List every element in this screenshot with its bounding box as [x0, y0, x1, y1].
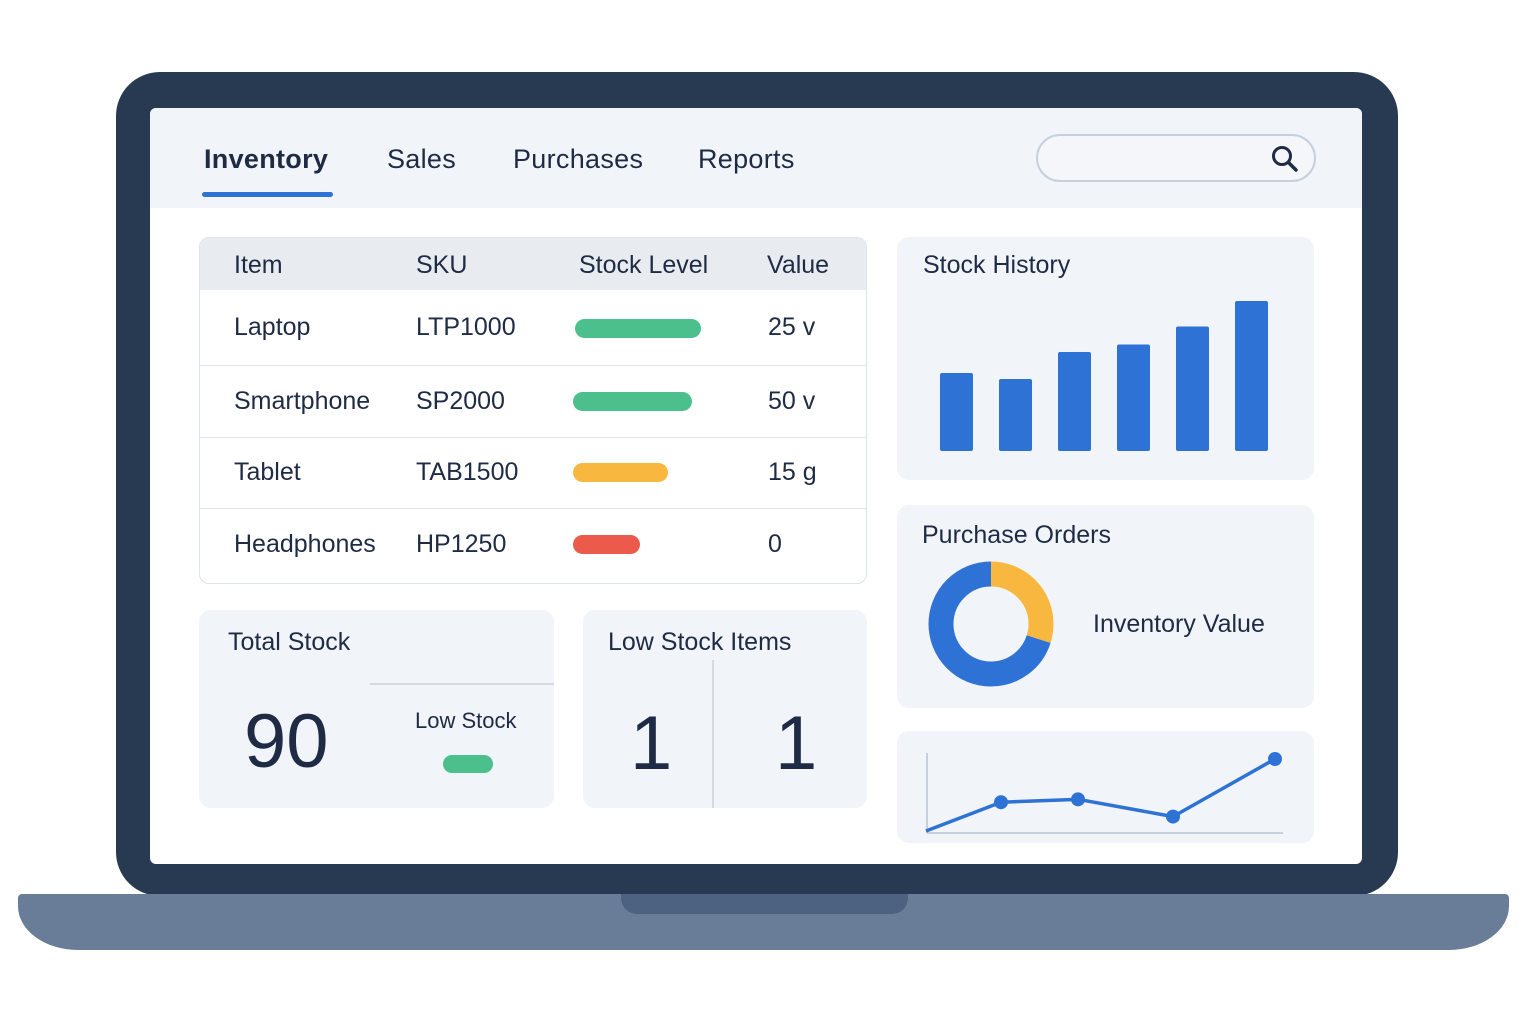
- stock-history-bar: [999, 379, 1032, 451]
- trend-point: [994, 795, 1008, 810]
- table-row[interactable]: Headphones HP1250 0: [200, 508, 866, 580]
- card-divider: [712, 660, 714, 808]
- laptop-notch: [621, 894, 908, 914]
- tab-reports[interactable]: Reports: [698, 144, 795, 175]
- stock-history-chart: [940, 301, 1268, 451]
- column-header-stock-level[interactable]: Stock Level: [579, 251, 708, 280]
- trend-line-chart: [925, 752, 1283, 834]
- stock-level-bar: [575, 319, 701, 338]
- stock-history-bar: [1235, 301, 1268, 451]
- app-screen: Inventory Sales Purchases Reports Item S…: [150, 108, 1362, 864]
- trend-card: [897, 731, 1314, 843]
- cell-value: 0: [768, 530, 782, 558]
- tab-purchases[interactable]: Purchases: [513, 144, 643, 175]
- column-header-value[interactable]: Value: [767, 251, 829, 280]
- search-input[interactable]: [1056, 144, 1256, 172]
- low-stock-count-left: 1: [630, 701, 673, 786]
- cell-item: Tablet: [234, 458, 301, 486]
- active-tab-indicator: [202, 192, 333, 197]
- low-stock-label: Low Stock: [415, 708, 517, 733]
- cell-sku: HP1250: [416, 530, 507, 558]
- cell-item: Headphones: [234, 530, 376, 558]
- top-nav-bar: Inventory Sales Purchases Reports: [150, 108, 1362, 208]
- cell-sku: LTP1000: [416, 313, 516, 341]
- inventory-table: Item SKU Stock Level Value Laptop LTP100…: [199, 237, 867, 584]
- low-stock-count-right: 1: [775, 701, 818, 786]
- cell-item: Smartphone: [234, 387, 371, 415]
- low-stock-items-card: Low Stock Items 1 1: [583, 610, 867, 808]
- inventory-value-label: Inventory Value: [1093, 610, 1265, 638]
- purchase-orders-card: Purchase Orders Inventory Value: [897, 505, 1314, 708]
- low-stock-indicator: [443, 755, 493, 773]
- low-stock-items-title: Low Stock Items: [608, 628, 792, 656]
- table-row[interactable]: Laptop LTP1000 25 v: [200, 289, 866, 361]
- total-stock-card: Total Stock 90 Low Stock: [199, 610, 554, 808]
- trend-line: [925, 757, 1276, 833]
- trend-point: [1268, 752, 1282, 766]
- purchase-orders-donut-chart: [928, 561, 1054, 687]
- stock-history-bar: [940, 373, 973, 451]
- cell-item: Laptop: [234, 313, 311, 341]
- cell-value: 15 g: [768, 458, 817, 486]
- stock-history-bar: [1058, 352, 1091, 451]
- trend-point: [1166, 809, 1180, 824]
- trend-point: [1071, 792, 1085, 807]
- cell-value: 25 v: [768, 313, 816, 341]
- stock-history-bar: [1117, 344, 1150, 451]
- column-header-sku[interactable]: SKU: [416, 251, 467, 280]
- cell-sku: SP2000: [416, 387, 505, 415]
- stock-history-card: Stock History: [897, 237, 1314, 480]
- search-box: [1036, 134, 1316, 182]
- cell-value: 50 v: [768, 387, 816, 415]
- total-stock-title: Total Stock: [228, 628, 351, 656]
- table-header: Item SKU Stock Level Value: [200, 238, 866, 290]
- stock-level-bar: [573, 463, 668, 482]
- table-row[interactable]: Smartphone SP2000 50 v: [200, 365, 866, 437]
- cell-sku: TAB1500: [416, 458, 519, 486]
- purchase-orders-title: Purchase Orders: [922, 521, 1111, 549]
- stock-level-bar: [573, 535, 640, 554]
- total-stock-value: 90: [244, 699, 329, 784]
- card-divider: [370, 683, 554, 685]
- stock-level-bar: [573, 392, 692, 411]
- tab-sales[interactable]: Sales: [387, 144, 456, 175]
- column-header-item[interactable]: Item: [234, 251, 283, 280]
- search-icon[interactable]: [1270, 144, 1300, 174]
- stock-history-bar: [1176, 326, 1209, 451]
- tab-inventory[interactable]: Inventory: [204, 144, 328, 175]
- table-row[interactable]: Tablet TAB1500 15 g: [200, 437, 866, 509]
